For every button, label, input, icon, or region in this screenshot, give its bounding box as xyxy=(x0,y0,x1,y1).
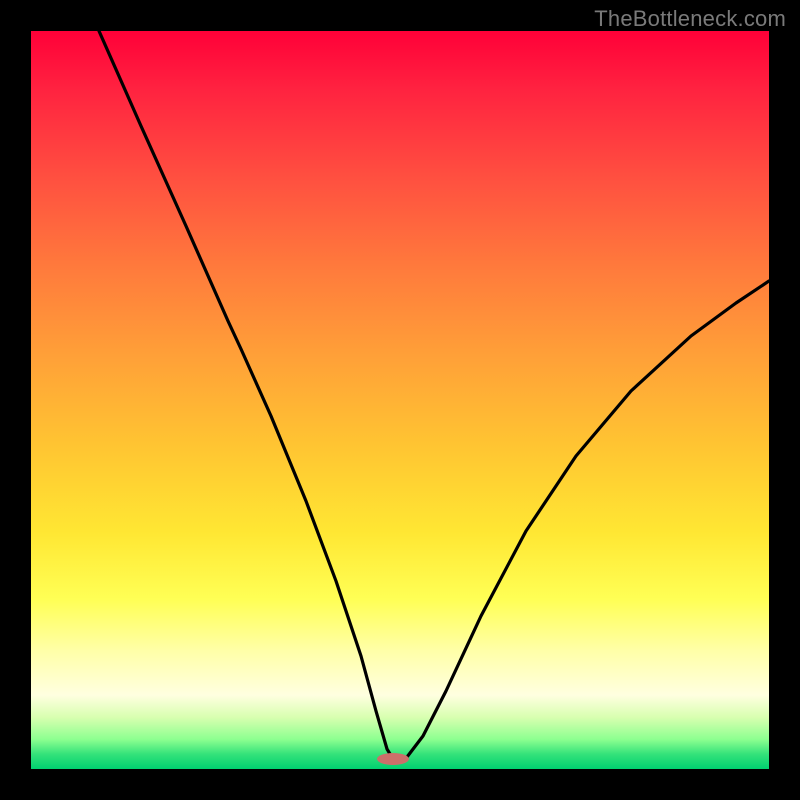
bottleneck-curve-svg xyxy=(31,31,769,769)
chart-frame: TheBottleneck.com xyxy=(0,0,800,800)
bottleneck-curve xyxy=(99,31,769,759)
plot-area xyxy=(31,31,769,769)
minimum-marker xyxy=(377,753,409,765)
watermark-text: TheBottleneck.com xyxy=(594,6,786,32)
